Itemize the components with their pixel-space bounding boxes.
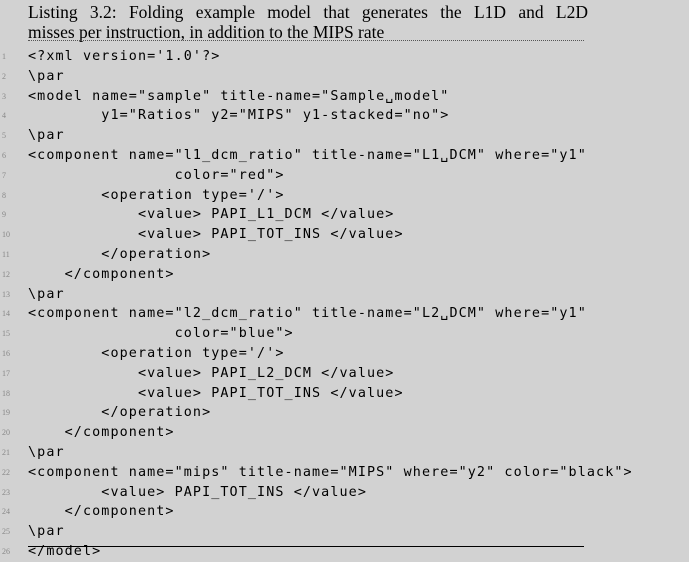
code-text: <component name="l1_dcm_ratio" title-nam… <box>28 147 587 163</box>
code-text: color="blue"> <box>28 326 294 342</box>
code-text: color="red"> <box>28 167 285 183</box>
line-number: 14 <box>2 309 10 319</box>
line-number: 5 <box>2 131 6 141</box>
code-text: </model> <box>28 543 102 559</box>
code-text: <?xml version='1.0'?> <box>28 49 221 64</box>
code-text: y1="Ratios" y2="MIPS" y1-stacked="no"> <box>28 108 450 124</box>
code-text: <value> PAPI_L1_DCM </value> <box>28 207 395 223</box>
code-text: <value> PAPI_TOT_INS </value> <box>28 385 404 401</box>
code-line: 5 \par <box>0 126 689 146</box>
code-text: \par <box>28 128 65 144</box>
code-line: 23 <value> PAPI_TOT_INS </value> <box>0 483 689 503</box>
code-line: 16 <operation type='/'> <box>0 344 689 364</box>
line-number: 4 <box>2 111 6 121</box>
line-number: 17 <box>2 368 10 378</box>
code-line: 24 </component> <box>0 502 689 522</box>
code-line: 18 <value> PAPI_TOT_INS </value> <box>0 384 689 404</box>
line-number: 24 <box>2 507 10 517</box>
code-line: 22 <component name="mips" title-name="MIP… <box>0 463 689 483</box>
code-line: 14 <component name="l2_dcm_ratio" title-n… <box>0 304 689 324</box>
code-line: 11 </operation> <box>0 245 689 265</box>
code-line: 6 <component name="l1_dcm_ratio" title-na… <box>0 146 689 166</box>
line-number: 1 <box>2 52 6 61</box>
code-line: 17 <value> PAPI_L2_DCM </value> <box>0 364 689 384</box>
line-number: 2 <box>2 71 6 81</box>
line-number: 13 <box>2 289 10 299</box>
caption-rule <box>28 40 584 41</box>
line-number: 18 <box>2 388 10 398</box>
code-text: \par <box>28 444 65 460</box>
code-line: 15 color="blue"> <box>0 324 689 344</box>
listing-caption: Listing 3.2: Folding example model that … <box>28 2 588 42</box>
line-number: 20 <box>2 428 10 438</box>
code-line: 8 <operation type='/'> <box>0 186 689 206</box>
code-line: 9 <value> PAPI_L1_DCM </value> <box>0 205 689 225</box>
line-number: 10 <box>2 230 10 240</box>
code-text: <component name="l2_dcm_ratio" title-nam… <box>28 306 587 322</box>
line-number: 16 <box>2 348 10 358</box>
line-number: 19 <box>2 408 10 418</box>
code-line: 21 \par <box>0 443 689 463</box>
code-line: 25 \par <box>0 522 689 542</box>
code-line: 19 </operation> <box>0 403 689 423</box>
listing-bottom-rule <box>28 546 584 547</box>
code-text: </component> <box>28 425 175 441</box>
code-line: 3 <model name="sample" title-name="Sample… <box>0 87 689 107</box>
code-line: 10 <value> PAPI_TOT_INS </value> <box>0 225 689 245</box>
code-line: 20 </component> <box>0 423 689 443</box>
line-number: 25 <box>2 527 10 537</box>
line-number: 11 <box>2 249 10 259</box>
code-listing: 1 <?xml version='1.0'?> 2 \par 3 <model name=… <box>0 47 689 562</box>
line-number: 21 <box>2 447 10 457</box>
code-text: <model name="sample" title-name="Sample␣… <box>28 88 450 104</box>
code-line: 13 \par <box>0 285 689 305</box>
code-text: <value> PAPI_TOT_INS </value> <box>28 227 404 243</box>
code-text: </operation> <box>28 405 212 421</box>
code-text: \par <box>28 68 65 84</box>
line-number: 15 <box>2 329 10 339</box>
line-number: 8 <box>2 190 6 200</box>
code-text: \par <box>28 286 65 302</box>
code-line: 12 </component> <box>0 265 689 285</box>
line-number: 3 <box>2 91 6 101</box>
line-number: 23 <box>2 487 10 497</box>
caption-line-2: misses per instruction, in addition to t… <box>28 22 385 42</box>
code-text: </operation> <box>28 246 212 262</box>
code-text: <operation type='/'> <box>28 187 285 203</box>
line-number: 6 <box>2 150 6 160</box>
line-number: 12 <box>2 269 10 279</box>
code-text: <value> PAPI_TOT_INS </value> <box>28 484 367 500</box>
code-text: <value> PAPI_L2_DCM </value> <box>28 365 395 381</box>
line-number: 22 <box>2 467 10 477</box>
code-text: <operation type='/'> <box>28 345 285 361</box>
code-line: 4 y1="Ratios" y2="MIPS" y1-stacked="no"> <box>0 106 689 126</box>
caption-line-1: Listing 3.2: Folding example model that … <box>28 2 588 22</box>
code-text: \par <box>28 524 65 540</box>
code-line: 1 <?xml version='1.0'?> <box>0 47 689 67</box>
line-number: 26 <box>2 546 10 556</box>
code-line: 7 color="red"> <box>0 166 689 186</box>
code-text: </component> <box>28 266 175 282</box>
code-text: <component name="mips" title-name="MIPS"… <box>28 464 633 480</box>
line-number: 7 <box>2 170 6 180</box>
code-line: 2 \par <box>0 67 689 87</box>
code-text: </component> <box>28 504 175 520</box>
code-line: 26 </model> <box>0 542 689 562</box>
line-number: 9 <box>2 210 6 220</box>
